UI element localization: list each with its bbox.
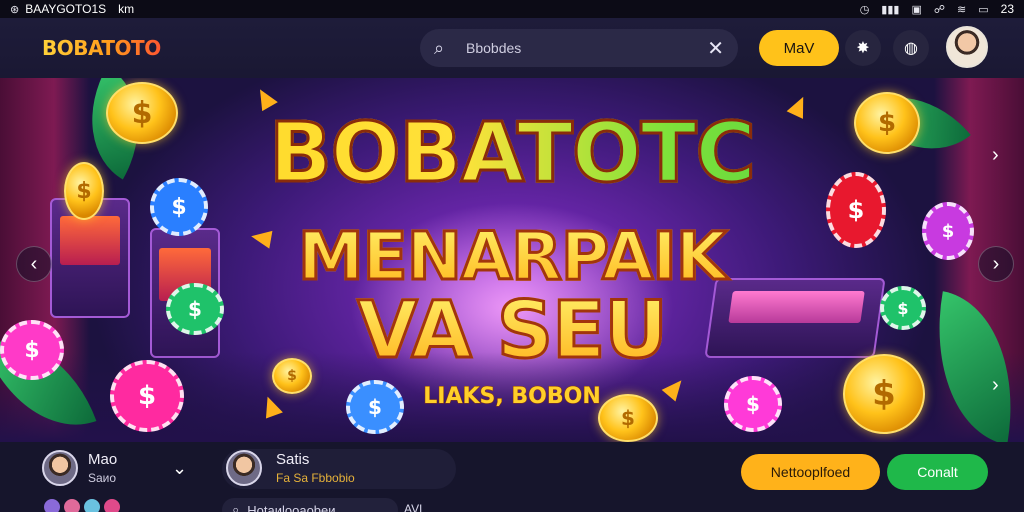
user-name: Satis <box>276 451 310 468</box>
bottom-search-tail: AVL <box>404 502 426 512</box>
chevron-right-icon[interactable]: › <box>992 374 999 397</box>
action-green-button[interactable]: Conalt <box>887 454 988 490</box>
user-name: Mao <box>88 451 118 468</box>
app-header: BOBATOTO ⌕ ✕ MaV ✸ ◍ <box>0 18 1024 78</box>
search-icon: ⌕ <box>434 37 445 58</box>
status-bar-right: ◷ ▮▮▮ ▣ ☍ ≋ ▭ 23 <box>860 2 1014 16</box>
alarm-icon: ◷ <box>859 3 870 16</box>
user-card-1[interactable]: Mao Saиo <box>42 450 117 486</box>
mini-avatar-list <box>44 499 120 512</box>
bottom-search[interactable]: ⌕ Hotаиlooаobeи <box>222 498 398 512</box>
globe-icon[interactable]: ◍ <box>893 30 929 66</box>
user-subtitle: Fа Sа Fbbobio <box>276 471 355 485</box>
promo-banner[interactable]: $ $ $ $ $ $ $ $ $ $ $ $ $ $ $ BOBATOTC M… <box>0 78 1024 442</box>
banner-headline-line2: MENARPAIK <box>0 217 1024 297</box>
user-avatar[interactable] <box>946 26 988 68</box>
bottom-bar: Mao Saиo ⌄ Satis Fа Sа Fbbobio Nettooplf… <box>0 442 1024 512</box>
primary-header-button[interactable]: MaV <box>759 30 839 66</box>
avatar <box>104 499 120 512</box>
banner-headline-line1: BOBATOTC <box>0 105 1024 203</box>
avatar <box>42 450 78 486</box>
status-bar-carrier: BAAYGOTO1S <box>25 2 107 16</box>
search-input[interactable] <box>454 40 708 56</box>
carousel-prev-button[interactable]: ‹ <box>16 246 52 282</box>
banner-headline-line3: VA SEU <box>0 285 1024 378</box>
avatar <box>226 450 262 486</box>
banner-tagline: LIAKS, BOBON <box>423 384 602 410</box>
status-bar-label: km <box>118 2 135 16</box>
avatar <box>84 499 100 512</box>
user-card-2[interactable]: Satis Fа Sа Fbbobio <box>226 450 355 486</box>
status-bar-left: ⊛ BAAYGOTO1S km <box>10 2 134 16</box>
bottom-search-text: Hotаиlooаobeи <box>247 502 336 512</box>
battery-icon: ▣ <box>911 3 922 16</box>
signal-icon: ▮▮▮ <box>881 3 900 16</box>
screen-icon: ▭ <box>978 3 989 16</box>
settings-icon[interactable]: ✸ <box>845 30 881 66</box>
user-subtitle: Saиo <box>88 471 117 485</box>
carousel-next-button[interactable]: › <box>978 246 1014 282</box>
avatar <box>64 499 80 512</box>
search-bar[interactable]: ⌕ ✕ <box>420 29 738 67</box>
avatar <box>44 499 60 512</box>
chevron-right-icon[interactable]: › <box>992 144 999 167</box>
app-notification-icon: ⊛ <box>10 3 20 16</box>
brand-logo[interactable]: BOBATOTO <box>42 36 161 60</box>
clear-search-icon[interactable]: ✕ <box>707 36 724 61</box>
wifi-icon: ≋ <box>957 3 967 16</box>
chevron-down-icon[interactable]: ⌄ <box>172 458 187 479</box>
search-icon: ⌕ <box>232 502 240 512</box>
action-orange-button[interactable]: Nettooplfoed <box>741 454 880 490</box>
app-screen: ⊛ BAAYGOTO1S km ◷ ▮▮▮ ▣ ☍ ≋ ▭ 23 BOBATOT… <box>0 0 1024 512</box>
status-bar-time: 23 <box>1000 2 1014 16</box>
nfc-icon: ☍ <box>933 3 946 16</box>
status-bar: ⊛ BAAYGOTO1S km ◷ ▮▮▮ ▣ ☍ ≋ ▭ 23 <box>0 0 1024 18</box>
